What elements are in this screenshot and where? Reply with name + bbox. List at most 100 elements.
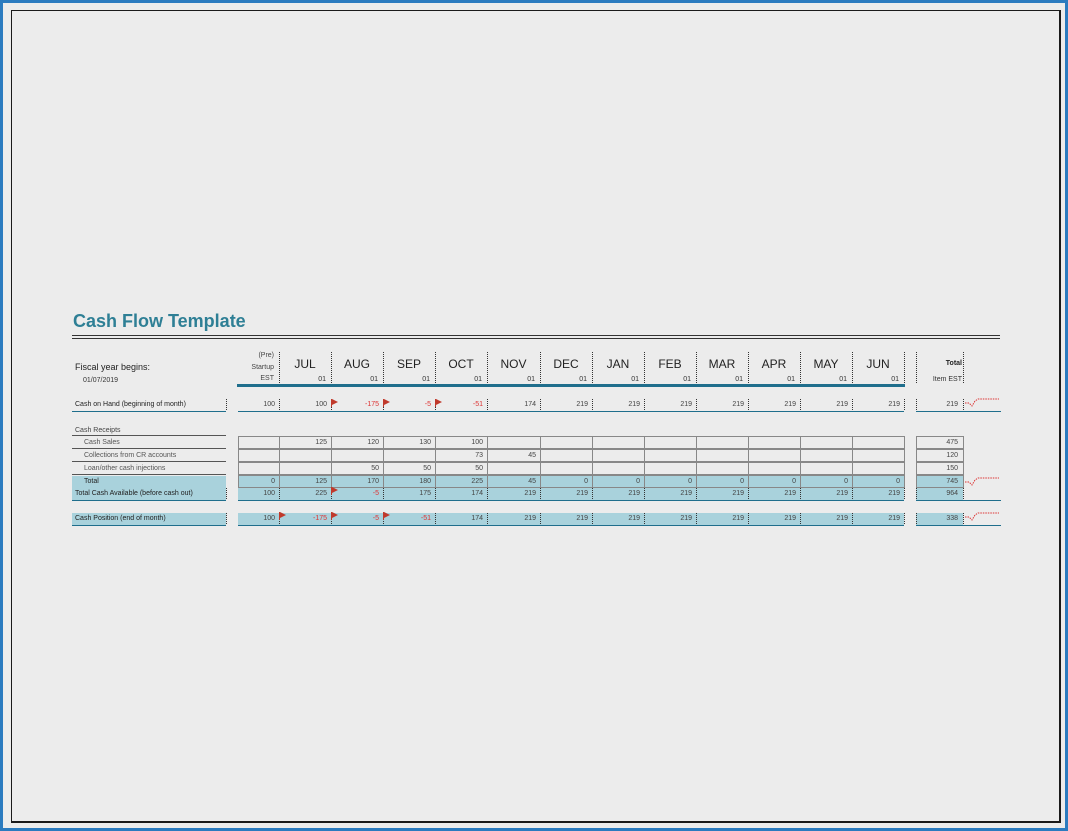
cash_position-value[interactable]: 219 <box>756 515 796 522</box>
collections-cell-border <box>748 449 801 462</box>
header-column-divider <box>696 352 697 383</box>
loan-cell-border <box>487 462 541 475</box>
cash_position-value[interactable]: 174 <box>443 515 483 522</box>
cash_on_hand-dotted-divider <box>852 399 853 410</box>
warning-flag-icon <box>332 487 338 493</box>
cash_sales-cell-border <box>279 436 332 449</box>
total_available-value[interactable]: 219 <box>548 490 588 497</box>
cash_on_hand-value[interactable]: 219 <box>548 401 588 408</box>
cash_on_hand-value[interactable]: 100 <box>287 401 327 408</box>
cash_position-dotted-divider <box>592 513 593 524</box>
cash_position-value[interactable]: 219 <box>860 515 900 522</box>
cash_on_hand-value[interactable]: 100 <box>235 401 275 408</box>
total_available-value[interactable]: 219 <box>600 490 640 497</box>
header-column-divider <box>916 352 917 383</box>
total_available-dotted-divider <box>279 488 280 499</box>
loan-cell-border <box>238 462 280 475</box>
month-header-sep: SEP <box>396 357 421 371</box>
receipts-heading-rule <box>72 435 226 436</box>
loan-cell-border <box>748 462 801 475</box>
header-rule <box>237 384 905 387</box>
cash_position-value[interactable]: -175 <box>287 515 327 522</box>
total_available-value[interactable]: 219 <box>496 490 536 497</box>
total_available-value[interactable]: 219 <box>652 490 692 497</box>
cash_position-value[interactable]: 100 <box>235 515 275 522</box>
header-column-divider <box>435 352 436 383</box>
month-header-nov: NOV <box>500 357 527 371</box>
collections-label-rule <box>72 461 226 462</box>
warning-flag-icon <box>436 399 442 405</box>
cash_on_hand-value[interactable]: 219 <box>652 401 692 408</box>
cash_on_hand-dotted-divider <box>226 399 227 410</box>
loan-cell-border <box>331 462 384 475</box>
total_available-value[interactable]: 174 <box>443 490 483 497</box>
cash_sales-cell-border <box>748 436 801 449</box>
cash_on_hand-value[interactable]: -175 <box>339 401 379 408</box>
total-cell-border <box>748 475 801 488</box>
total_available-dotted-divider <box>644 488 645 499</box>
cash_on_hand-dotted-divider <box>916 399 917 410</box>
total_available-dotted-divider <box>487 488 488 499</box>
header-column-divider <box>383 352 384 383</box>
total-subheader: Item EST <box>932 376 962 383</box>
cash_position-value[interactable]: -5 <box>339 515 379 522</box>
total_available-value[interactable]: 219 <box>808 490 848 497</box>
collections-cell-border <box>279 449 332 462</box>
cash_position-dotted-divider <box>800 513 801 524</box>
cash_on_hand-value[interactable]: 219 <box>808 401 848 408</box>
cash_sales-cell-border <box>383 436 436 449</box>
cash_on_hand-value[interactable]: 219 <box>860 401 900 408</box>
month-day-mar: 01 <box>735 376 743 383</box>
cash_on_hand-value[interactable]: -5 <box>391 401 431 408</box>
loan-total-cell-border <box>916 462 964 475</box>
month-day-oct: 01 <box>474 376 482 383</box>
total_available-value[interactable]: 175 <box>391 490 431 497</box>
header-column-divider <box>331 352 332 383</box>
cash_position-value[interactable]: -51 <box>391 515 431 522</box>
total_available-value[interactable]: 219 <box>756 490 796 497</box>
cash_position-dotted-divider <box>852 513 853 524</box>
total_available-dotted-divider <box>916 488 917 499</box>
document-border <box>11 10 1061 823</box>
warning-flag-icon <box>332 512 338 518</box>
month-header-dec: DEC <box>553 357 579 371</box>
prestart-line-2: Startup <box>251 364 274 371</box>
total_available-value[interactable]: 219 <box>704 490 744 497</box>
month-header-mar: MAR <box>708 357 736 371</box>
collections-cell-border <box>696 449 749 462</box>
header-column-divider <box>279 352 280 383</box>
cash_on_hand-value[interactable]: 219 <box>756 401 796 408</box>
cash_on_hand-value[interactable]: 174 <box>496 401 536 408</box>
cash_position-value[interactable]: 219 <box>808 515 848 522</box>
loan-cell-border <box>800 462 853 475</box>
total_available-value[interactable]: 225 <box>287 490 327 497</box>
cash_on_hand-label: Cash on Hand (beginning of month) <box>75 401 186 408</box>
cash_position-value[interactable]: 219 <box>548 515 588 522</box>
collections-cell-border <box>435 449 488 462</box>
cash_position-value[interactable]: 219 <box>496 515 536 522</box>
total_available-dotted-divider <box>800 488 801 499</box>
cash_on_hand-value[interactable]: -51 <box>443 401 483 408</box>
cash_on_hand-value[interactable]: 219 <box>704 401 744 408</box>
total_available-dotted-divider <box>592 488 593 499</box>
total_available-value[interactable]: 100 <box>235 490 275 497</box>
header-column-divider <box>644 352 645 383</box>
cash_position-value[interactable]: 219 <box>652 515 692 522</box>
total_available-value[interactable]: -5 <box>339 490 379 497</box>
cash_position-dotted-divider <box>226 513 227 524</box>
cash_on_hand-dotted-divider <box>696 399 697 410</box>
cash_on_hand-value[interactable]: 219 <box>600 401 640 408</box>
cash_position-value[interactable]: 219 <box>600 515 640 522</box>
total_available-value[interactable]: 219 <box>860 490 900 497</box>
total-cell-border <box>852 475 905 488</box>
fiscal-year-date[interactable]: 01/07/2019 <box>83 377 118 384</box>
total_available-underline <box>238 500 904 501</box>
cash_position-underline <box>72 525 226 526</box>
month-header-may: MAY <box>813 357 839 371</box>
collections-cell-border <box>644 449 697 462</box>
collections-cell-border <box>800 449 853 462</box>
month-day-nov: 01 <box>527 376 535 383</box>
cash_position-value[interactable]: 219 <box>704 515 744 522</box>
month-day-dec: 01 <box>579 376 587 383</box>
prestart-line-1: (Pre) <box>258 352 274 359</box>
